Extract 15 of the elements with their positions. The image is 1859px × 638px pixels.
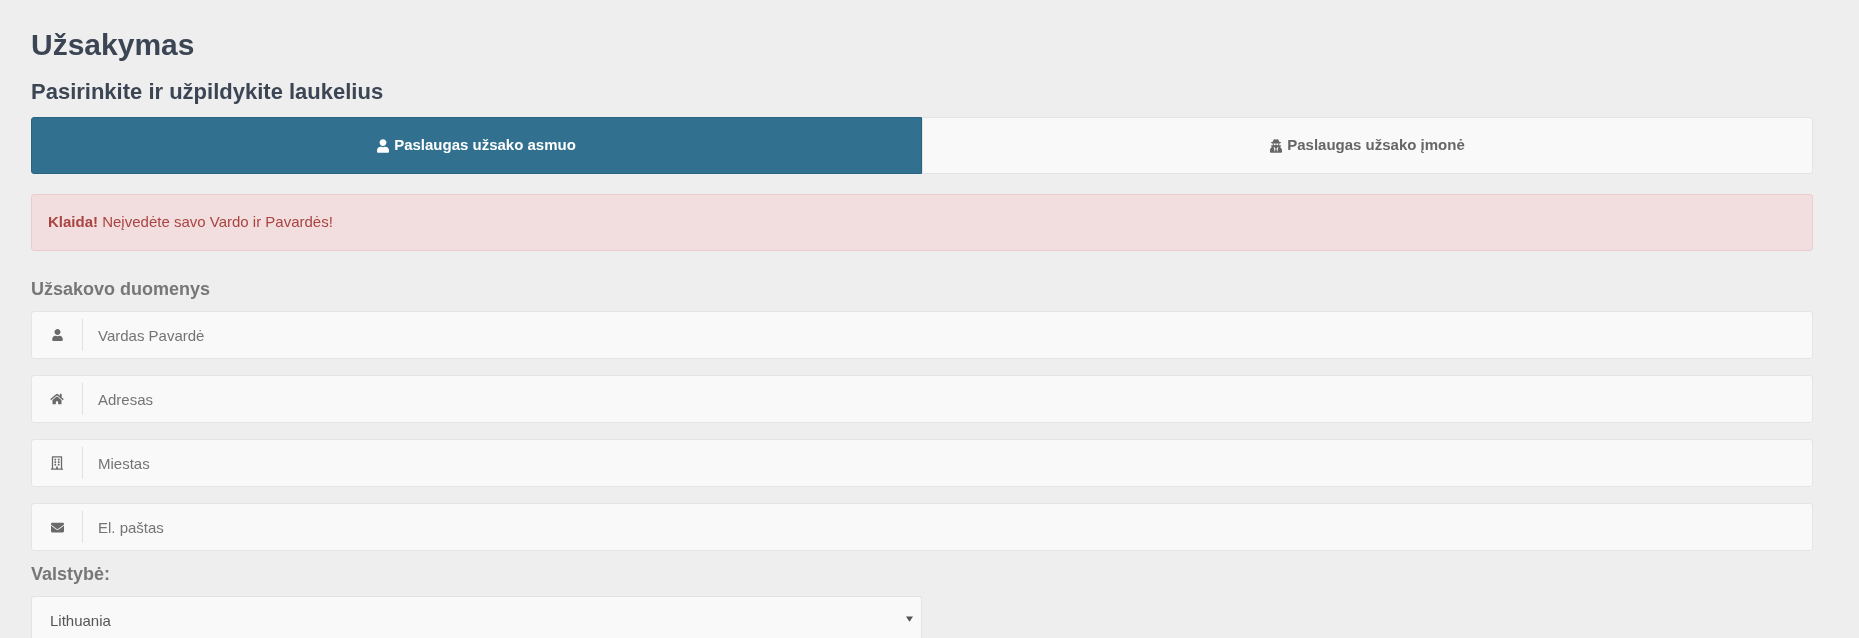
page-title: Užsakymas [31,27,195,63]
error-message: Klaida! Neįvedėte savo Vardo ir Pavardės! [48,212,333,233]
envelope-icon [49,520,65,534]
caret-icon [906,616,913,622]
country-select[interactable]: Lithuania [31,596,922,638]
page-subtitle: Pasirinkite ir užpildykite laukelius [31,78,384,106]
person-icon [377,138,390,153]
country-label: Valstybė: [31,563,111,586]
home-icon [50,393,64,405]
section-title: Užsakovo duomenys [31,278,211,301]
hat-person-icon [1270,138,1283,153]
user-icon [51,329,63,341]
tab[interactable]: Paslaugas užsako asmuo [31,117,922,174]
building-icon [51,455,63,471]
tab[interactable]: Paslaugas užsako įmonė [922,117,1813,174]
